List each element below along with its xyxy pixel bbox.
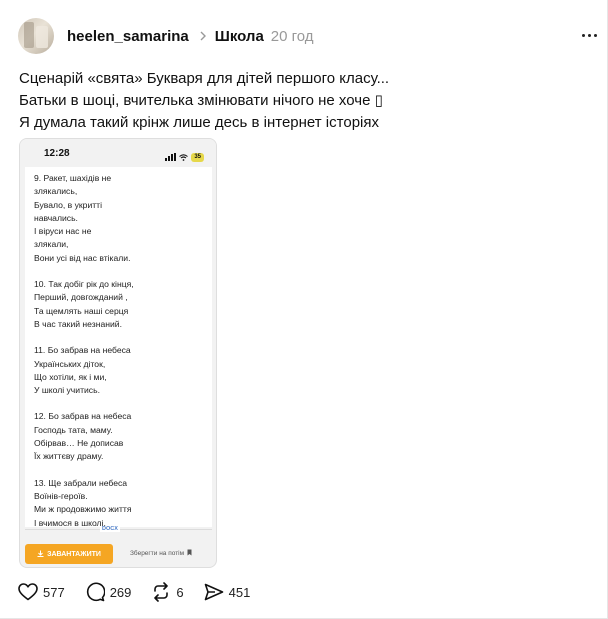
topic-link[interactable]: Школа xyxy=(215,28,264,45)
repost-icon xyxy=(151,582,171,602)
poem-line: Що хотіли, як і ми, xyxy=(34,371,107,382)
stanza: 12. Бо забрав на небеса Господь тата, ма… xyxy=(34,410,209,463)
stanza: 10. Так добіг рік до кінця, Перший, довг… xyxy=(34,278,209,331)
heart-icon xyxy=(18,583,38,601)
download-icon xyxy=(37,550,44,559)
poem-line: 9. Ракет, шахідів не xyxy=(34,173,112,183)
stanza: 11. Бо забрав на небеса Українських діто… xyxy=(34,344,209,397)
share-count: 451 xyxy=(228,584,251,600)
poem-line: Перший, довгожданий , xyxy=(34,292,128,303)
post-image[interactable]: 12:28 35 9. Ракет, шахідів не злякались,… xyxy=(19,138,217,568)
poem-line: Та щемлять наші серця xyxy=(34,305,129,316)
post-text-line: Я думала такий крінж лише десь в інтерне… xyxy=(19,114,379,131)
poem-line: злякали, xyxy=(34,239,69,250)
username[interactable]: heelen_samarina xyxy=(67,28,189,45)
poem-line: Воїнів-героїв. xyxy=(34,490,88,501)
download-button[interactable]: ЗАВАНТАЖИТИ xyxy=(25,544,113,564)
download-label: ЗАВАНТАЖИТИ xyxy=(47,550,101,558)
post-text: Сценарій «свята» Букваря для дітей першо… xyxy=(19,68,589,134)
avatar[interactable] xyxy=(18,18,54,54)
action-bar: 577 269 6 451 xyxy=(18,581,270,603)
poem-line: І вчимося в школі. xyxy=(34,517,106,528)
phone-status-bar: 12:28 35 xyxy=(20,139,216,167)
wifi-icon xyxy=(179,148,189,166)
docx-label: DOCX xyxy=(100,526,120,532)
repost-button[interactable]: 6 xyxy=(151,582,184,602)
poem-line: Бувало, в укритті xyxy=(34,199,103,210)
poem-line: Обірвав… Не дописав xyxy=(34,438,124,449)
post-header: heelen_samarina Школа 20 год xyxy=(18,17,598,55)
phone-clock: 12:28 xyxy=(44,148,70,159)
poem-line: Вони усі від нас втікали. xyxy=(34,252,131,263)
stanza: 9. Ракет, шахідів не злякались, Бувало, … xyxy=(34,172,209,265)
post-card: heelen_samarina Школа 20 год Сценарій «с… xyxy=(0,0,608,619)
chevron-right-icon xyxy=(197,30,209,42)
post-text-line: Сценарій «свята» Букваря для дітей першо… xyxy=(19,70,390,87)
poem-line: навчались. xyxy=(34,212,78,223)
poem-line: 13. Ще забрали небеса xyxy=(34,477,128,488)
poem-text: 9. Ракет, шахідів не злякались, Бувало, … xyxy=(34,172,209,543)
poem-line: 11. Бо забрав на небеса xyxy=(34,345,131,356)
save-later-label: Зберегти на потім xyxy=(130,550,185,557)
send-icon xyxy=(204,583,224,601)
document-page: 9. Ракет, шахідів не злякались, Бувало, … xyxy=(25,167,212,528)
comment-button[interactable]: 269 xyxy=(85,582,132,602)
poem-line: Українських діток, xyxy=(34,358,106,369)
repost-count: 6 xyxy=(176,584,184,600)
post-time: 20 год xyxy=(270,27,314,45)
poem-line: У школі учитись. xyxy=(34,385,100,396)
poem-line: Господь тата, маму. xyxy=(34,424,113,435)
poem-line: І віруси нас не xyxy=(34,226,92,237)
poem-line: В час такий незнаний. xyxy=(34,318,122,329)
poem-line: 10. Так добіг рік до кінця, xyxy=(34,279,134,290)
poem-line: злякались, xyxy=(34,186,78,197)
like-button[interactable]: 577 xyxy=(18,583,65,601)
poem-line: Ми ж продовжимо життя xyxy=(34,504,132,515)
bookmark-icon xyxy=(187,549,192,558)
poem-line: Їх життєву драму. xyxy=(34,451,104,462)
like-count: 577 xyxy=(43,584,65,600)
battery-icon: 35 xyxy=(191,152,204,162)
stanza: 13. Ще забрали небеса Воїнів-героїв. Ми … xyxy=(34,477,209,530)
share-button[interactable]: 451 xyxy=(204,583,251,601)
save-later-button[interactable]: Зберегти на потім xyxy=(130,549,192,558)
more-icon[interactable] xyxy=(582,27,598,43)
comment-count: 269 xyxy=(109,584,132,600)
post-text-line: Батьки в шоці, вчителька змінювати нічог… xyxy=(19,92,383,109)
comment-icon xyxy=(85,582,105,602)
poem-line: 12. Бо забрав на небеса xyxy=(34,411,132,422)
signal-icon xyxy=(165,153,177,161)
